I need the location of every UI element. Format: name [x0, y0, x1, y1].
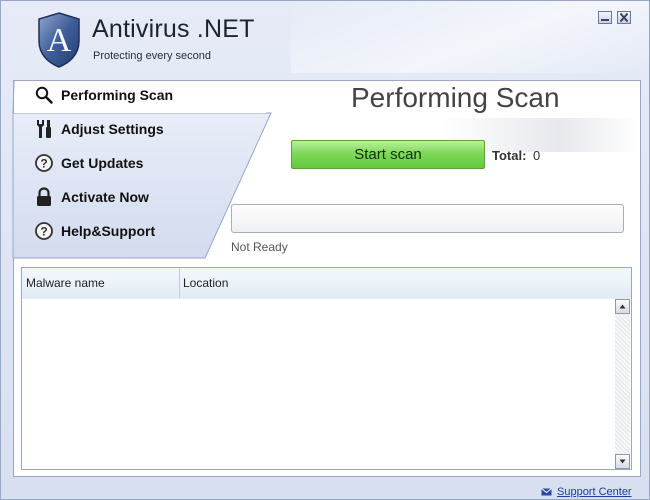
nav-item-performing-scan[interactable]: Performing Scan [35, 82, 173, 108]
nav-item-label: Get Updates [61, 155, 144, 171]
scan-status: Not Ready [231, 240, 288, 254]
nav-item-activate-now[interactable]: Activate Now [35, 184, 149, 210]
support-center-link[interactable]: Support Center [541, 486, 632, 498]
support-center-label: Support Center [557, 486, 632, 498]
mail-icon [541, 488, 552, 496]
search-icon [35, 85, 53, 105]
scroll-up-button[interactable] [615, 299, 630, 314]
nav-item-label: Performing Scan [61, 87, 174, 103]
scroll-down-button[interactable] [615, 454, 630, 469]
page-title: Performing Scan [351, 82, 560, 113]
nav-item-get-updates[interactable]: ? Get Updates [35, 150, 143, 176]
question-icon: ? [35, 153, 53, 173]
nav-item-label: Activate Now [61, 189, 149, 205]
arrow-down-icon [619, 459, 626, 464]
nav-item-label: Adjust Settings [61, 121, 164, 137]
svg-text:?: ? [40, 157, 47, 171]
nav-item-label: Help&Support [61, 223, 156, 239]
start-scan-button[interactable]: Start scan [291, 140, 485, 169]
svg-text:?: ? [40, 225, 47, 239]
question-icon: ? [35, 221, 53, 241]
scan-progress-bar [231, 204, 624, 233]
nav-item-adjust-settings[interactable]: Adjust Settings [35, 116, 164, 142]
total-label: Total: [492, 148, 527, 163]
column-divider[interactable] [179, 268, 180, 298]
column-header-malware-name[interactable]: Malware name [26, 276, 105, 290]
table-scrollbar[interactable] [615, 299, 630, 469]
column-header-location[interactable]: Location [183, 276, 228, 290]
lock-icon [35, 187, 53, 207]
app-window: A Antivirus .NET Protecting every second… [0, 0, 650, 500]
tools-icon [35, 119, 53, 139]
total-value: 0 [533, 148, 541, 163]
table-header: Malware name Location [22, 268, 631, 299]
arrow-up-icon [619, 304, 626, 309]
nav-item-help-support[interactable]: ? Help&Support [35, 218, 155, 244]
results-table: Malware name Location [21, 267, 632, 470]
